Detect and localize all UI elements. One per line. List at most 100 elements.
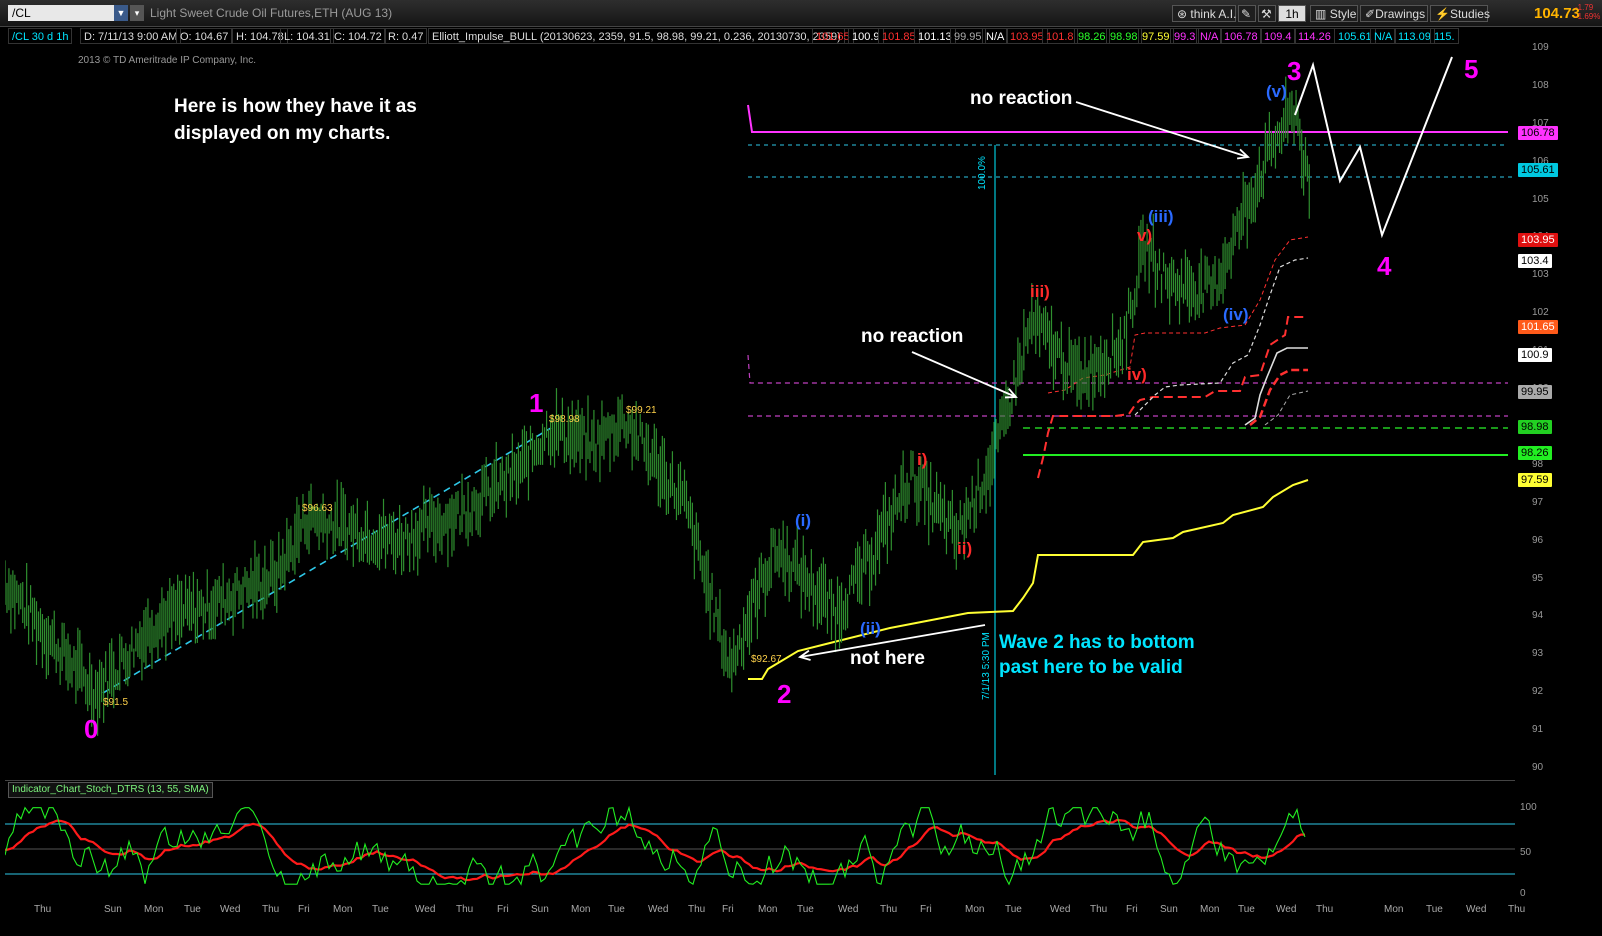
price-tick: 98 (1532, 458, 1544, 470)
wrench-icon[interactable]: ⚒ (1258, 5, 1276, 22)
date-readout: D: 7/11/13 9:00 AM (80, 28, 182, 44)
intro-note-2: displayed on my charts. (174, 123, 391, 144)
time-tick: Thu (1316, 904, 1334, 915)
indicator-tick: 50 (1520, 847, 1532, 858)
time-tick: Fri (722, 904, 734, 915)
symbol-info-icon[interactable]: ▾ (130, 5, 144, 21)
wave-iii-label: iii) (1030, 282, 1050, 301)
time-tick: Thu (1508, 904, 1526, 915)
price-tag: 106.78 (1518, 126, 1558, 140)
price-tag: 103.4 (1518, 254, 1552, 268)
time-tick: Thu (34, 904, 52, 915)
wave-i-label: i) (917, 450, 928, 469)
price-tag: 97.59 (1518, 473, 1552, 487)
price-chart[interactable] (5, 45, 1515, 791)
wave-ii-label: ii) (957, 539, 973, 558)
drawings-button[interactable]: ✐Drawings (1360, 5, 1428, 22)
study-value: 106.78 (1220, 28, 1262, 44)
price-tick: 92 (1532, 686, 1544, 698)
time-tick: Thu (456, 904, 474, 915)
symbol-input[interactable]: /CL (8, 5, 126, 21)
study-value: N/A (1196, 28, 1223, 44)
price-axis[interactable] (1515, 45, 1600, 791)
info-bar: /CL 30 d 1h D: 7/11/13 9:00 AM O: 104.67… (0, 27, 1560, 45)
indicator-tick: 0 (1520, 888, 1526, 899)
white-solid-line (1244, 347, 1308, 426)
wave-piii-label: (iii) (1148, 207, 1174, 226)
arrow-no-reaction-mid (911, 351, 1017, 398)
copyright: 2013 © TD Ameritrade IP Company, Inc. (78, 55, 257, 66)
time-tick: Tue (608, 904, 625, 915)
price-label-9663: $96.63 (302, 503, 333, 514)
wave-iv-label: iv) (1127, 365, 1147, 384)
chart-title: Light Sweet Crude Oil Futures,ETH (AUG 1… (150, 6, 393, 20)
projection-zigzag (1294, 56, 1453, 239)
study-value: 114.26 (1294, 28, 1335, 44)
time-tick: Wed (220, 904, 241, 915)
time-tick: Sun (1160, 904, 1178, 915)
study-value: 98.26 (1074, 28, 1110, 44)
open-readout: O: 104.67 (176, 28, 233, 44)
study-value: 99.3 (1170, 28, 1200, 44)
price-tag: 98.26 (1518, 446, 1552, 460)
price-tag: 99.95 (1518, 385, 1552, 399)
wave-piv-label: (iv) (1223, 305, 1249, 324)
no-reaction-note-top: no reaction (970, 88, 1073, 109)
time-tick: Wed (415, 904, 436, 915)
wave2-note-2: past here to be valid (999, 657, 1183, 678)
price-label-9267: $92.67 (751, 654, 782, 665)
price-tick: 103 (1532, 269, 1549, 281)
style-icon: ▥ (1315, 7, 1327, 21)
price-tick: 97 (1532, 496, 1544, 508)
wave2-note-1: Wave 2 has to bottom (999, 632, 1195, 653)
price-tick: 109 (1532, 42, 1549, 53)
study-label[interactable]: Elliott_Impulse_BULL (20130623, 2359, 91… (428, 28, 845, 44)
time-tick: Tue (184, 904, 201, 915)
study-value: 109.4 (1260, 28, 1296, 44)
time-tick: Thu (262, 904, 280, 915)
think-ai-button[interactable]: ⊛ think A.I. (1172, 5, 1236, 22)
time-tick: Wed (1466, 904, 1487, 915)
price-tick: 95 (1532, 572, 1544, 584)
study-value: N/A (982, 28, 1009, 44)
red-dash-line-1 (1037, 316, 1305, 479)
time-tick: Fri (497, 904, 509, 915)
not-here-note: not here (850, 648, 925, 669)
indicator-tick: 100 (1520, 802, 1537, 813)
range-readout: R: 0.47 (384, 28, 428, 44)
price-tag: 98.98 (1518, 420, 1552, 434)
time-tick: Wed (1276, 904, 1297, 915)
time-tick: Tue (797, 904, 814, 915)
study-value: 115. (1430, 28, 1459, 44)
time-tick: Tue (372, 904, 389, 915)
chart-desc[interactable]: /CL 30 d 1h (8, 28, 73, 44)
study-value: 98.98 (1106, 28, 1142, 44)
price-tick: 93 (1532, 648, 1544, 660)
study-value: 113.09 (1394, 28, 1435, 44)
price-tick: 105 (1532, 193, 1549, 205)
style-button[interactable]: ▥ Style (1310, 5, 1358, 22)
last-price: 104.73 (1534, 5, 1580, 22)
symbol-dropdown-icon[interactable]: ▼ (114, 5, 128, 21)
time-tick: Wed (648, 904, 669, 915)
price-label-9898: $98.98 (549, 414, 580, 425)
study-value: N/A (1370, 28, 1397, 44)
timeframe-button[interactable]: 1h (1278, 5, 1306, 22)
time-tick: Wed (838, 904, 859, 915)
price-label-low: $91.5 (103, 697, 129, 708)
wave-4-label: 4 (1377, 251, 1392, 281)
time-tick: Sun (104, 904, 122, 915)
draw-tool-icon[interactable]: ✎ (1238, 5, 1256, 22)
time-tick: Sun (531, 904, 549, 915)
price-tick: 108 (1532, 79, 1549, 91)
studies-button[interactable]: ⚡Studies (1430, 5, 1490, 22)
wave-3-label: 3 (1287, 56, 1302, 86)
top-toolbar: /CL ▼ ▾ Light Sweet Crude Oil Futures,ET… (0, 0, 1602, 27)
arrow-no-reaction-top (1075, 101, 1249, 158)
price-tag: 105.61 (1518, 163, 1558, 177)
wave-0-label: 0 (84, 714, 99, 744)
study-value: 99.95 (950, 28, 986, 44)
stoch-indicator[interactable] (5, 780, 1515, 897)
indicator-label[interactable]: Indicator_Chart_Stoch_DTRS (13, 55, SMA) (8, 782, 213, 798)
close-readout: C: 104.72 (330, 28, 386, 44)
